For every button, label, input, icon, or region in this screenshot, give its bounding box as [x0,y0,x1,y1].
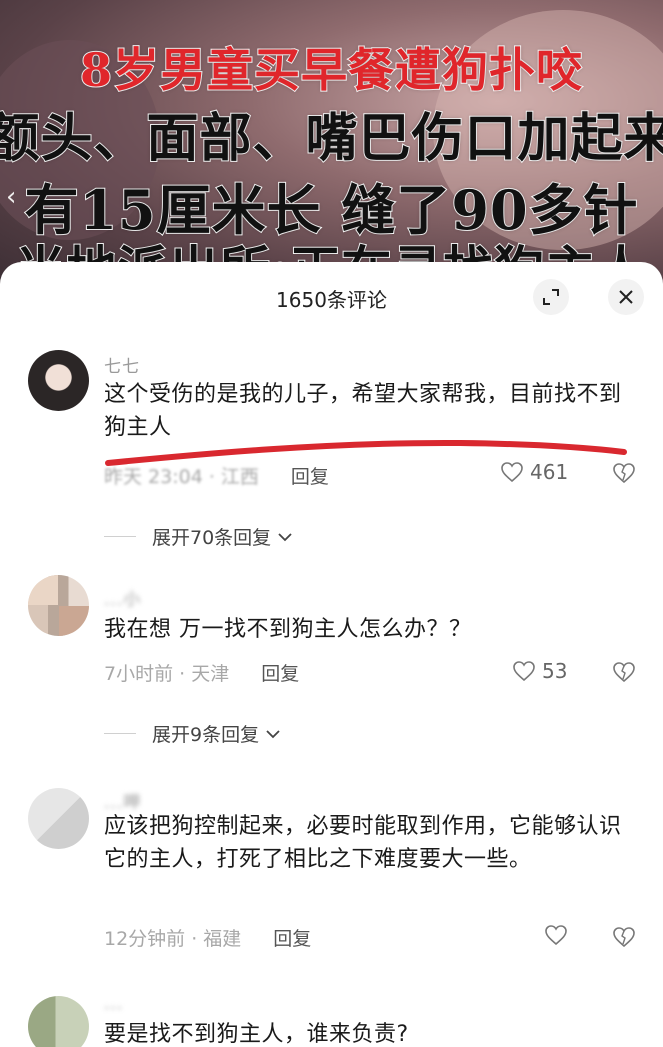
comment-item: ...呷 应该把狗控制起来，必要时能取到作用，它能够认识它的主人，打死了相比之下… [0,784,663,984]
broken-heart-icon [613,463,635,484]
comment-username[interactable]: ... [104,994,123,1014]
heart-icon [501,462,523,483]
comment-meta: 7小时前 · 天津 回复 [104,659,299,686]
broken-heart-icon [613,927,635,948]
expand-replies-button[interactable]: 展开9条回复 [104,720,281,747]
avatar[interactable] [28,996,89,1047]
like-count: 461 [530,460,569,484]
comment-time-location: 7小时前 · 天津 [104,663,230,685]
like-button[interactable]: 53 [512,659,567,683]
like-count: 53 [542,659,568,683]
comment-username[interactable]: ...小 [104,585,141,610]
close-button[interactable] [608,279,644,315]
heart-icon [545,925,567,946]
expand-replies-label: 展开9条回复 [152,724,260,746]
expand-button[interactable] [533,279,569,315]
comments-sheet: 1650条评论 七七 这个受伤的是我的儿子，希望大家帮我，目前找不到狗主人 昨天… [0,262,663,1047]
comment-item: 七七 这个受伤的是我的儿子，希望大家帮我，目前找不到狗主人 昨天 23:04 ·… [0,348,663,558]
comment-text: 我在想 万一找不到狗主人怎么办？？ [104,617,472,642]
comment-time-location: 12分钟前 · 福建 [104,928,242,950]
like-button[interactable] [544,924,568,946]
comment-time-location: 昨天 23:04 · 江西 [104,466,259,488]
comment-username[interactable]: 七七 [104,352,140,377]
comment-item: ... 要是找不到狗主人，谁来负责? [0,994,663,1047]
reply-button[interactable]: 回复 [261,663,299,685]
broken-heart-icon [613,662,635,683]
chevron-down-icon [266,729,280,738]
dislike-button[interactable] [612,926,636,952]
headline-line-2: 额头、面部、嘴巴伤口加起来 [0,107,663,170]
expand-replies-label: 展开70条回复 [152,527,272,549]
avatar[interactable] [28,575,89,636]
headline-line-1: 8岁男童买早餐遭狗扑咬 [79,42,583,98]
video-frame[interactable]: 8岁男童买早餐遭狗扑咬 额头、面部、嘴巴伤口加起来 有15厘米长 缝了90多针 … [0,0,663,290]
avatar[interactable] [28,350,89,411]
reply-button[interactable]: 回复 [273,928,311,950]
expand-replies-button[interactable]: 展开70条回复 [104,523,293,550]
comment-meta: 昨天 23:04 · 江西 回复 [104,462,329,489]
heart-icon [513,661,535,682]
like-button[interactable]: 461 [500,460,568,484]
divider [104,733,136,734]
comment-meta: 12分钟前 · 福建 回复 [104,924,311,951]
avatar[interactable] [28,788,89,849]
close-icon [619,290,633,304]
back-arrow-icon[interactable]: ‹ [6,184,16,210]
divider [104,536,136,537]
comment-text: 这个受伤的是我的儿子，希望大家帮我，目前找不到狗主人 [104,382,622,440]
reply-button[interactable]: 回复 [291,466,329,488]
dislike-button[interactable] [612,661,636,687]
expand-icon [543,289,559,305]
comment-text: 要是找不到狗主人，谁来负责? [104,1022,409,1047]
chevron-down-icon [278,532,292,541]
comment-text: 应该把狗控制起来，必要时能取到作用，它能够认识它的主人，打死了相比之下难度要大一… [104,814,622,872]
dislike-button[interactable] [612,462,636,488]
comment-item: ...小 我在想 万一找不到狗主人怎么办？？ 7小时前 · 天津 回复 53 展开… [0,575,663,765]
comments-header: 1650条评论 [0,262,663,328]
